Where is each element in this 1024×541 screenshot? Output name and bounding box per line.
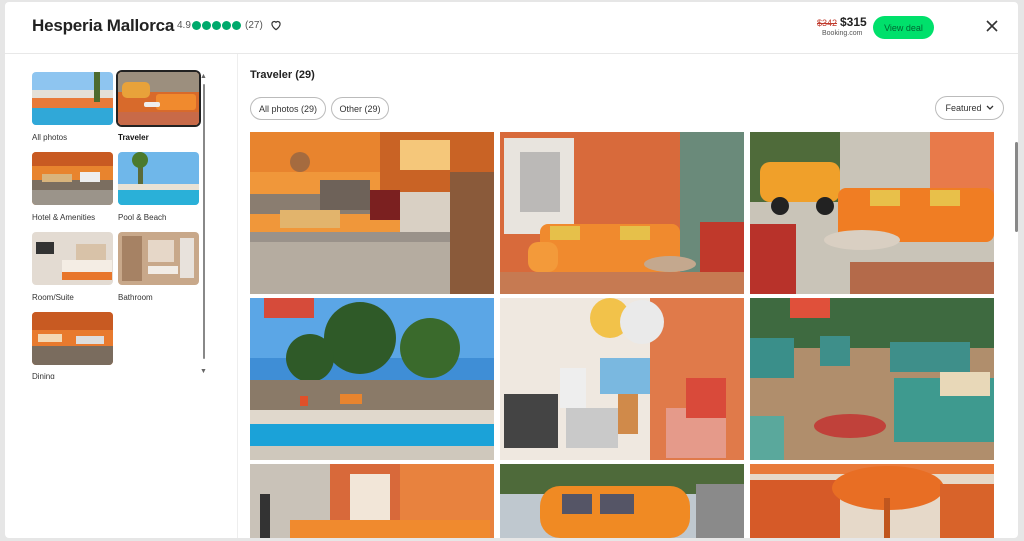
review-count[interactable]: (27): [245, 20, 263, 31]
filter-chip-all-photos[interactable]: All photos (29): [250, 97, 326, 120]
category-label: Dining: [32, 373, 55, 379]
rating-bubble: [222, 21, 231, 30]
rating-bubble: [192, 21, 201, 30]
chevron-down-icon: [986, 105, 993, 110]
category-label: Pool & Beach: [118, 213, 167, 222]
heart-icon[interactable]: [269, 18, 283, 32]
gallery-photo-lobby-car[interactable]: [750, 132, 994, 294]
hotel-title: Hesperia Mallorca: [32, 16, 175, 35]
lounge-image: [118, 72, 199, 125]
orange-car-photo: [500, 464, 744, 538]
category-sidebar: All photos Traveler Hotel & Amenities Po…: [5, 54, 238, 538]
category-label: Bathroom: [118, 293, 153, 302]
scroll-down-icon[interactable]: ▼: [200, 368, 207, 375]
pool-photo: [250, 298, 494, 460]
gift-photo: [500, 298, 744, 460]
rating-bubble: [202, 21, 211, 30]
pool-image: [32, 72, 113, 125]
buffet-photo: [250, 132, 494, 294]
sofa-photo: [500, 132, 744, 294]
gallery-photo-orange-car[interactable]: [500, 464, 744, 538]
old-price: $342: [817, 18, 838, 28]
category-label: Room/Suite: [32, 293, 74, 302]
category-thumb-dining[interactable]: [32, 312, 113, 365]
room-image: [32, 232, 113, 285]
gallery-photo-lobby-people[interactable]: [250, 464, 494, 538]
price: $315: [840, 15, 867, 29]
gallery-photo-lounge-sofa[interactable]: [500, 132, 744, 294]
category-thumb-all-photos[interactable]: [32, 72, 113, 125]
rating-bubbles: [192, 21, 241, 30]
category-thumb-hotel-amenities[interactable]: [32, 152, 113, 205]
provider-name: Booking.com: [822, 30, 863, 37]
sort-dropdown[interactable]: Featured: [935, 96, 1004, 120]
category-thumb-room-suite[interactable]: [32, 232, 113, 285]
filter-chip-other[interactable]: Other (29): [331, 97, 389, 120]
lamp-photo: [750, 464, 994, 538]
gallery-photo-lamp[interactable]: [750, 464, 994, 538]
photo-gallery-modal: Hesperia Mallorca 4.9 (27) $342 $315 Boo…: [5, 2, 1018, 538]
section-title: Traveler (29): [250, 69, 315, 81]
category-thumb-pool-beach[interactable]: [118, 152, 199, 205]
category-label: Hotel & Amenities: [32, 213, 96, 222]
terrace-photo: [750, 298, 994, 460]
close-icon[interactable]: [985, 19, 999, 33]
rating-bubble: [232, 21, 241, 30]
gallery-photo-terrace[interactable]: [750, 298, 994, 460]
bathroom-image: [118, 232, 199, 285]
rating-value: 4.9: [177, 20, 191, 31]
gallery-photo-pool[interactable]: [250, 298, 494, 460]
view-deal-button[interactable]: View deal: [873, 16, 934, 39]
category-label: All photos: [32, 133, 68, 142]
sort-label: Featured: [945, 103, 982, 113]
rating-bubble: [212, 21, 221, 30]
lobby-car-photo: [750, 132, 994, 294]
category-thumb-traveler[interactable]: [118, 72, 199, 125]
buffet-image: [32, 152, 113, 205]
photo-grid-panel: Traveler (29) All photos (29) Other (29)…: [238, 54, 1018, 538]
scroll-up-icon[interactable]: ▲: [200, 73, 207, 80]
header: Hesperia Mallorca 4.9 (27) $342 $315 Boo…: [5, 2, 1018, 54]
gallery-photo-welcome-gift[interactable]: [500, 298, 744, 460]
pool-beach-image: [118, 152, 199, 205]
sidebar-scrollbar[interactable]: [203, 84, 205, 359]
gallery-photo-buffet[interactable]: [250, 132, 494, 294]
category-label: Traveler: [118, 133, 149, 142]
page-scrollbar[interactable]: [1015, 142, 1018, 232]
category-thumb-bathroom[interactable]: [118, 232, 199, 285]
lobby-people-photo: [250, 464, 494, 538]
dining-image: [32, 312, 113, 365]
